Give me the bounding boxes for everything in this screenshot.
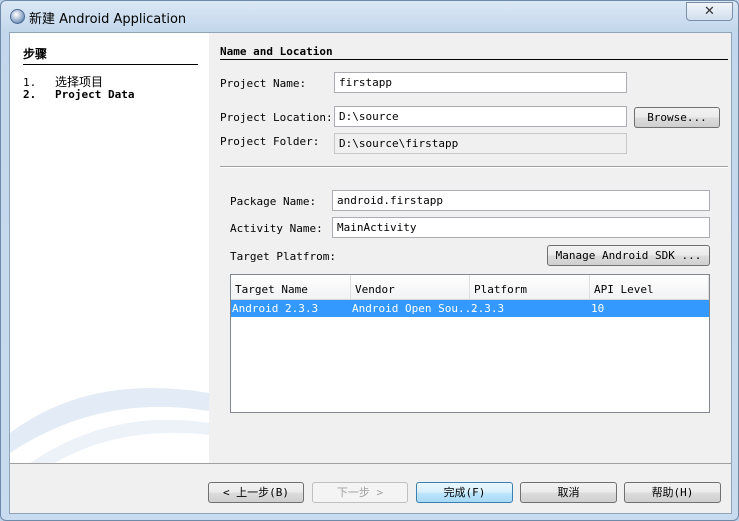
column-header[interactable]: Target Name	[231, 275, 351, 300]
activity-name-label: Activity Name:	[230, 222, 323, 235]
steps-heading: 步骤	[23, 45, 198, 65]
cell-platform: 2.3.3	[471, 302, 505, 315]
target-platform-label: Target Platfrom:	[230, 250, 336, 263]
browse-button[interactable]: Browse...	[634, 107, 720, 128]
help-button[interactable]: 帮助(H)	[624, 482, 721, 503]
app-icon	[10, 9, 25, 24]
column-header[interactable]: Vendor	[351, 275, 470, 300]
window-title: 新建 Android Application	[29, 12, 187, 27]
column-header[interactable]: Platform	[470, 275, 590, 300]
column-header[interactable]: API Level	[590, 275, 709, 300]
project-name-label: Project Name:	[220, 77, 307, 90]
decoration	[10, 388, 209, 463]
cell-api-level: 10	[591, 302, 605, 315]
button-bar: < 上一步(B) 下一步 > 完成(F) 取消 帮助(H)	[10, 463, 731, 513]
project-folder-field: D:\source\firstapp	[334, 133, 627, 154]
section-heading: Name and Location	[220, 45, 728, 60]
divider	[220, 166, 728, 168]
next-button[interactable]: 下一步 >	[312, 482, 408, 503]
package-name-input[interactable]: android.firstapp	[332, 190, 710, 211]
cancel-button[interactable]: 取消	[520, 482, 617, 503]
back-button[interactable]: < 上一步(B)	[208, 482, 304, 503]
table-row[interactable]: Android 2.3.3 Android Open Sou... 2.3.3 …	[231, 300, 709, 317]
finish-button[interactable]: 完成(F)	[416, 482, 513, 503]
manage-sdk-button[interactable]: Manage Android SDK ...	[547, 245, 710, 266]
close-button[interactable]: ✕	[686, 2, 733, 21]
steps-panel: 步骤 1. 选择项目 2. Project Data	[10, 33, 209, 463]
dialog-window: 新建 Android Application ✕ 步骤 1. 选择项目 2. Pro…	[0, 0, 739, 521]
project-name-input[interactable]: firstapp	[334, 72, 627, 93]
project-folder-label: Project Folder:	[220, 135, 320, 148]
step-2: 2. Project Data	[23, 88, 135, 101]
project-location-input[interactable]: D:\source	[334, 106, 627, 127]
project-location-label: Project Location:	[220, 111, 333, 124]
cell-vendor: Android Open Sou...	[352, 302, 478, 315]
package-name-label: Package Name:	[230, 195, 317, 208]
target-table[interactable]: Target Name Vendor Platform API Level An…	[230, 274, 710, 413]
project-data-panel: Name and Location Project Name: firstapp…	[209, 33, 731, 463]
activity-name-input[interactable]: MainActivity	[332, 217, 710, 238]
cell-target-name: Android 2.3.3	[232, 302, 319, 315]
